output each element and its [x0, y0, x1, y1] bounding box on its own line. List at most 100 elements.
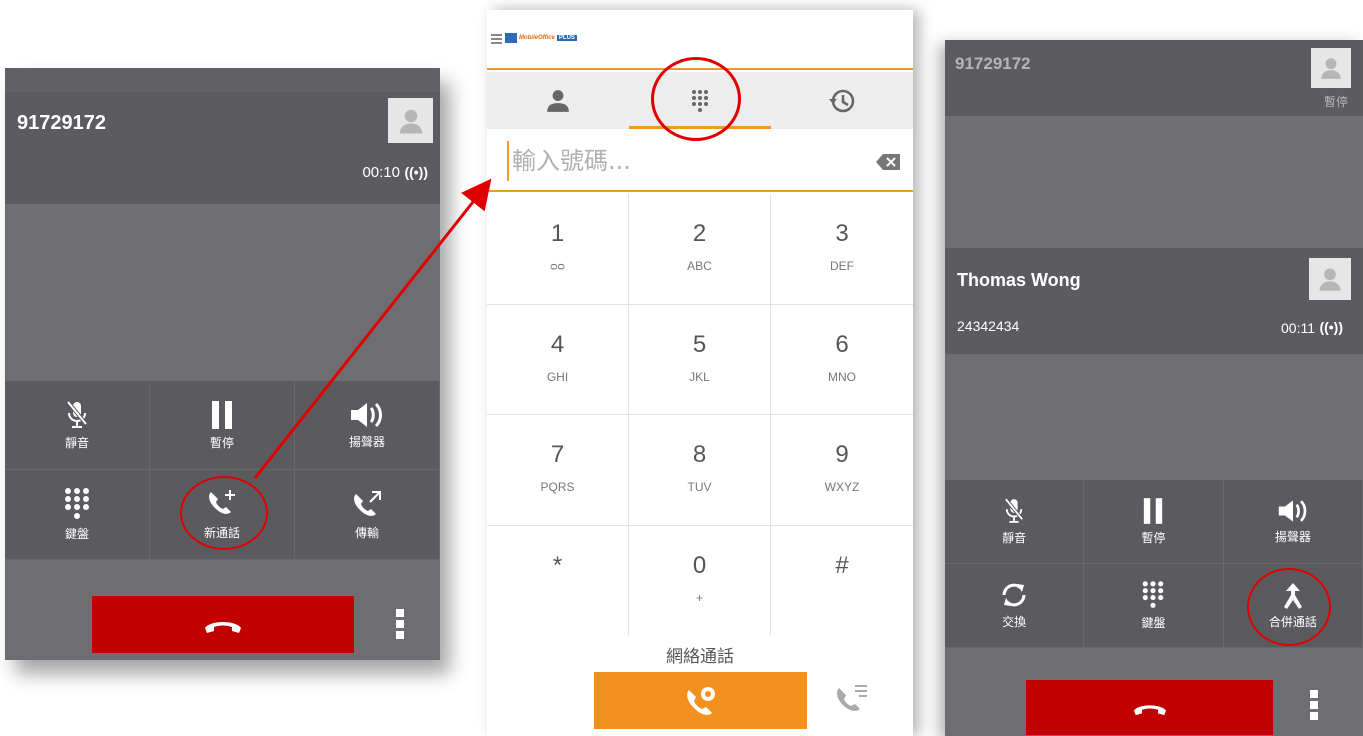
hang-up-icon: [1133, 704, 1166, 715]
mute-label: 靜音: [1002, 531, 1027, 545]
call-log-button[interactable]: [835, 682, 869, 717]
key-letters: TUV: [687, 480, 712, 494]
key-letters: DEF: [830, 259, 854, 273]
key-letters: GHI: [546, 369, 569, 384]
history-icon: [829, 89, 855, 112]
key-digit: 5: [692, 330, 707, 358]
add-call-button[interactable]: 新通話: [150, 470, 295, 560]
voip-call-icon: [686, 686, 715, 715]
app-bar: MobileOffice PLUS: [487, 10, 913, 70]
mute-button[interactable]: 靜音: [945, 480, 1085, 564]
caller-name: Thomas Wong: [957, 270, 1081, 290]
text-caret: [507, 141, 509, 181]
end-call-button[interactable]: [92, 596, 354, 653]
mic-off-icon: [1004, 498, 1024, 523]
key-digit: 7: [550, 441, 565, 468]
active-call-panel: [945, 248, 1363, 354]
dialer-screen: MobileOffice PLUS 1 ᴑᴑ 2 ABC 3 DEF 4 GHI 5 JK…: [487, 10, 913, 736]
speaker-button[interactable]: 揚聲器: [1223, 480, 1363, 564]
key-9[interactable]: 9 WXYZ: [771, 415, 913, 526]
key-0[interactable]: 0 +: [629, 525, 771, 636]
number-input[interactable]: [512, 141, 862, 181]
key-digit: *: [552, 551, 563, 579]
dialpad-icon: [692, 89, 708, 112]
dial-button[interactable]: [594, 672, 807, 729]
signal-indicator: ((•)): [404, 164, 428, 180]
tab-dialpad[interactable]: [629, 72, 771, 129]
key-digit: 8: [692, 441, 707, 468]
app-logo-text: MobileOffice: [519, 35, 555, 41]
swap-label: 交換: [1002, 615, 1027, 629]
add-call-label: 新通話: [203, 526, 240, 540]
hold-label: 暫停: [1141, 531, 1166, 545]
mic-off-icon: [66, 400, 88, 428]
call-controls: 靜音 暫停 揚聲器 交換 鍵盤 合併通話: [945, 480, 1363, 648]
speaker-label: 揚聲器: [348, 434, 385, 449]
key-letters: JKL: [689, 369, 710, 384]
person-icon: [399, 109, 422, 133]
key-digit: 1: [550, 220, 565, 247]
mute-label: 靜音: [64, 435, 89, 450]
key-7[interactable]: 7 PQRS: [487, 415, 629, 526]
keypad-icon: [1143, 581, 1164, 608]
key-3[interactable]: 3 DEF: [771, 194, 913, 305]
speaker-icon: [1278, 500, 1307, 522]
keypad-label: 鍵盤: [1141, 616, 1166, 630]
key-letters: MNO: [828, 369, 856, 384]
pause-icon: [212, 400, 232, 429]
more-options-button[interactable]: [396, 609, 404, 639]
key-4[interactable]: 4 GHI: [487, 304, 629, 415]
app-logo-tag: PLUS: [556, 35, 577, 41]
tab-history[interactable]: [771, 72, 913, 129]
key-digit: 9: [835, 441, 849, 468]
key-5[interactable]: 5 JKL: [629, 304, 771, 415]
more-options-button[interactable]: [1310, 690, 1318, 720]
key-digit: #: [835, 551, 849, 579]
speaker-button[interactable]: 揚聲器: [295, 381, 440, 470]
avatar: [1309, 258, 1351, 300]
key-6[interactable]: 6 MNO: [771, 305, 913, 415]
swap-icon: [1002, 583, 1026, 607]
transfer-label: 傳輸: [354, 526, 379, 540]
held-call-panel[interactable]: [945, 40, 1363, 116]
call-header: [5, 92, 440, 204]
hang-up-icon: [205, 621, 241, 633]
merge-call-button[interactable]: 合併通話: [1223, 564, 1363, 648]
key-letters: +: [695, 590, 703, 605]
signal-indicator: ((•)): [1319, 319, 1343, 335]
mute-button[interactable]: 靜音: [5, 381, 150, 470]
menu-icon[interactable]: [491, 34, 502, 46]
key-8[interactable]: 8 TUV: [629, 415, 771, 526]
key-digit: 0: [692, 551, 707, 579]
end-call-button[interactable]: [1026, 680, 1273, 735]
held-caller-number: 91729172: [955, 54, 1031, 73]
key-1[interactable]: 1 ᴑᴑ: [487, 194, 629, 305]
key-letters: WXYZ: [824, 480, 860, 494]
person-icon: [1319, 268, 1341, 291]
swap-button[interactable]: 交換: [945, 564, 1085, 648]
voicemail-icon: ᴑᴑ: [550, 259, 565, 273]
hold-label: 暫停: [209, 435, 234, 450]
hold-button[interactable]: 暫停: [150, 381, 295, 470]
transfer-button[interactable]: 傳輸: [295, 470, 440, 560]
key-2[interactable]: 2 ABC: [629, 194, 771, 305]
call-duration: 00:11: [1281, 320, 1315, 336]
key-digit: 2: [692, 220, 707, 247]
keypad-button[interactable]: 鍵盤: [5, 470, 150, 560]
held-status-label: 暫停: [1323, 95, 1348, 109]
status-strip: [5, 68, 440, 92]
dialpad: 1 ᴑᴑ 2 ABC 3 DEF 4 GHI 5 JKL 6 MNO 7 PQRS 8 TUV …: [487, 194, 913, 636]
key-star[interactable]: *: [487, 525, 629, 636]
in-call-screen-left: 91729172 00:10 ((•)) 靜音 暫停 揚聲器 鍵盤 新通話 傳輸: [5, 68, 440, 660]
avatar: [388, 98, 433, 143]
call-list-icon: [837, 685, 867, 711]
key-digit: 4: [550, 330, 565, 358]
key-hash[interactable]: #: [771, 526, 913, 637]
tab-bar: [487, 72, 913, 129]
backspace-button[interactable]: [876, 154, 900, 175]
caller-number: 24342434: [957, 318, 1020, 334]
hold-button[interactable]: 暫停: [1084, 480, 1224, 564]
keypad-button[interactable]: 鍵盤: [1084, 564, 1224, 648]
key-digit: 6: [835, 330, 849, 358]
tab-contacts[interactable]: [487, 72, 629, 129]
